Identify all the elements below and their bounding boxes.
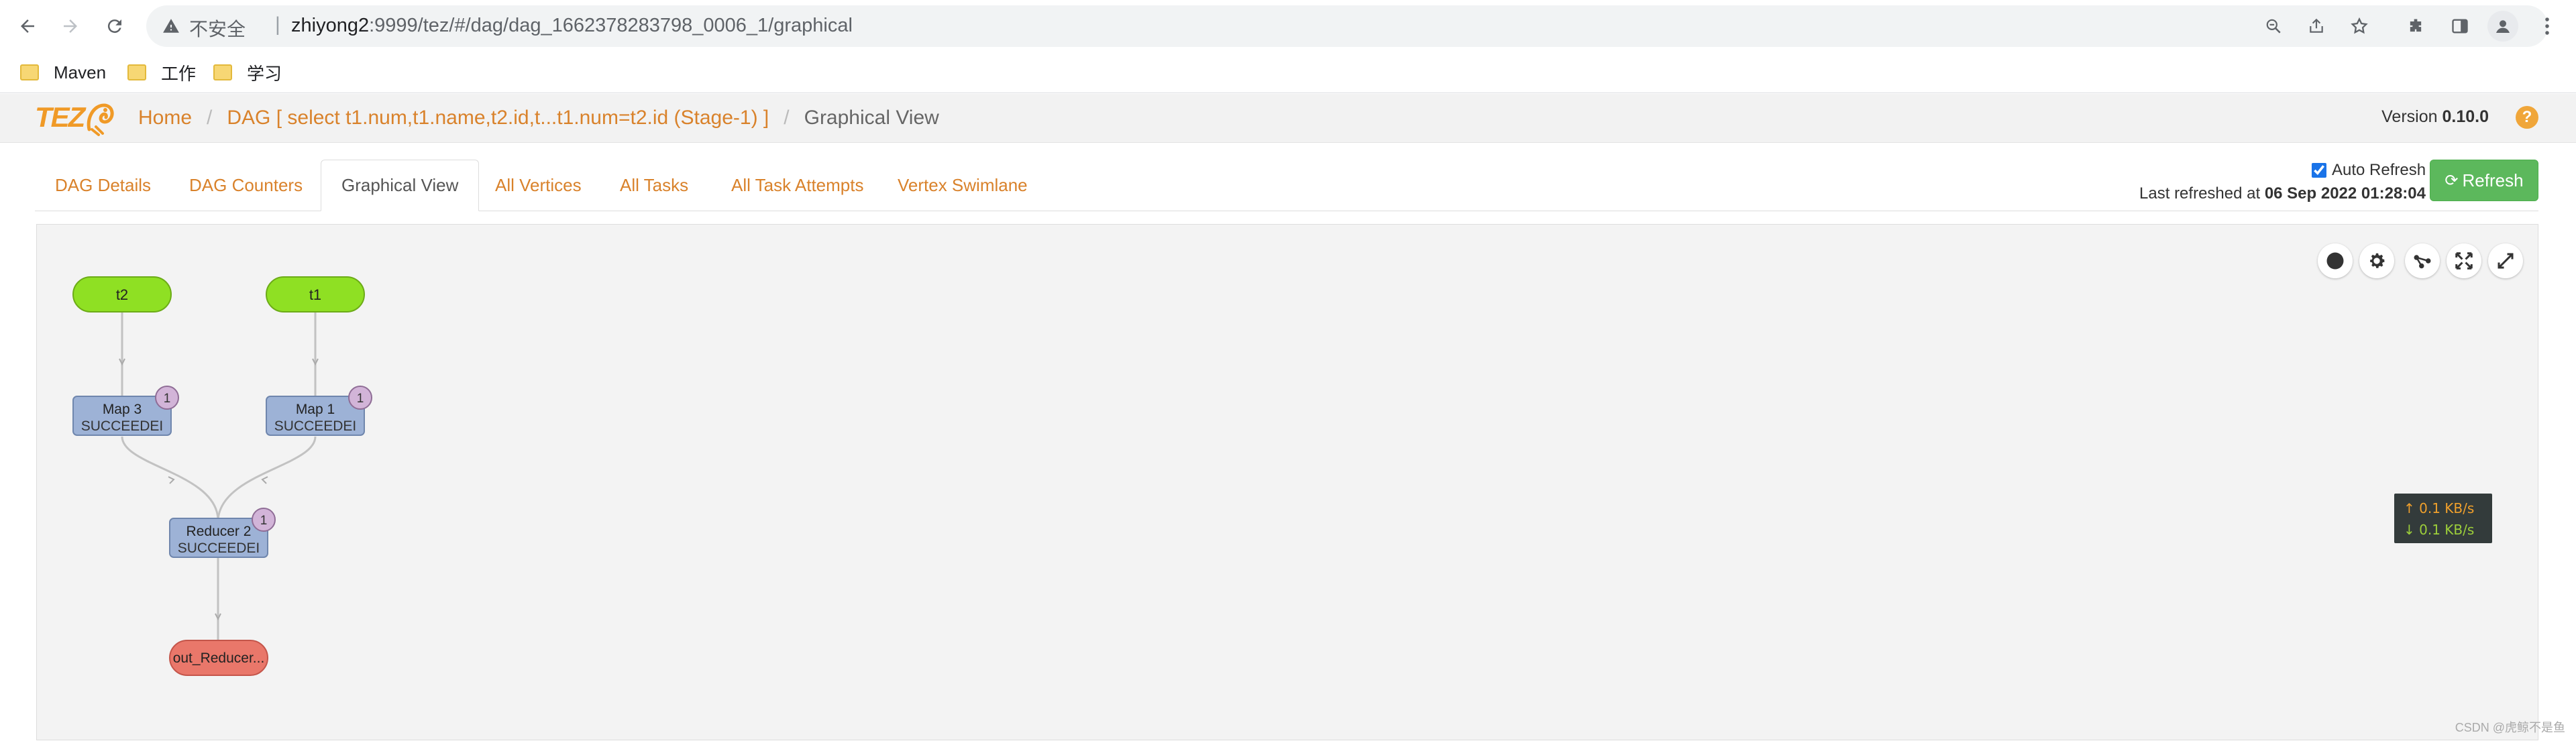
fit-screen-icon[interactable]	[2447, 243, 2481, 278]
task-count-label: 1	[164, 392, 171, 406]
auto-refresh-checkbox[interactable]	[2312, 163, 2326, 178]
source-label: t1	[309, 286, 321, 303]
folder-icon	[213, 64, 232, 80]
bookmark-study[interactable]: 学习	[213, 60, 282, 84]
tab-graphical-view[interactable]: Graphical View	[321, 160, 480, 211]
tab-dag-details[interactable]: DAG Details	[35, 160, 171, 211]
refresh-icon: ⟳	[2445, 171, 2459, 190]
version-info: Version 0.10.0	[2381, 107, 2489, 127]
tab-dag-counters[interactable]: DAG Counters	[169, 160, 323, 211]
zoom-icon[interactable]	[2261, 13, 2286, 39]
tab-all-vertices[interactable]: All Vertices	[475, 160, 602, 211]
bookmark-maven[interactable]: Maven	[20, 60, 106, 84]
edge-arrow	[261, 476, 268, 484]
url-path: :9999/tez/#/dag/dag_1662378283798_0006_1…	[369, 15, 853, 36]
record-icon[interactable]	[2318, 243, 2353, 278]
address-bar[interactable]: 不安全 | zhiyong2:9999/tez/#/dag/dag_166237…	[146, 5, 2548, 47]
auto-refresh-toggle[interactable]: Auto Refresh	[2312, 161, 2426, 180]
warning-icon[interactable]	[162, 17, 180, 38]
bookmarks-bar: Maven 工作 学习	[0, 52, 2576, 93]
edge-map1-reducer2	[217, 436, 317, 520]
breadcrumb-separator: /	[207, 107, 213, 129]
breadcrumb-home[interactable]: Home	[138, 107, 192, 129]
refresh-label: Refresh	[2462, 170, 2524, 190]
chameleon-logo-icon	[87, 103, 114, 136]
url-host: zhiyong2	[291, 15, 370, 36]
vertex-name: Map 3	[103, 402, 142, 417]
side-panel-icon[interactable]	[2445, 11, 2475, 42]
refresh-button[interactable]: ⟳ Refresh	[2430, 160, 2538, 201]
gear-icon[interactable]	[2359, 243, 2394, 278]
vertex-status: SUCCEEDEI	[178, 540, 260, 556]
tab-all-tasks[interactable]: All Tasks	[600, 160, 708, 211]
tab-vertex-swimlane[interactable]: Vertex Swimlane	[877, 160, 1048, 211]
network-speed-widget: ↑ 0.1 KB/s ↓ 0.1 KB/s	[2394, 494, 2492, 543]
source-label: t2	[116, 286, 128, 303]
folder-icon	[20, 64, 39, 80]
task-count-label: 1	[260, 514, 268, 528]
profile-avatar-icon[interactable]	[2487, 11, 2518, 42]
last-refreshed-label: Last refreshed at	[2139, 184, 2261, 203]
url-text[interactable]: zhiyong2:9999/tez/#/dag/dag_166237828379…	[291, 15, 853, 37]
source-node-t1[interactable]: t1	[266, 276, 365, 312]
sink-node-out-reducer[interactable]: out_Reducer...	[169, 640, 268, 676]
tez-logo[interactable]: TEZ	[35, 97, 116, 137]
fullscreen-icon[interactable]	[2488, 243, 2523, 278]
edge-arrow	[168, 476, 175, 484]
extensions-icon[interactable]	[2400, 11, 2431, 42]
tez-header: TEZ Home / DAG [ select t1.num,t1.name,t…	[0, 94, 2576, 143]
share-graph-icon[interactable]	[2405, 243, 2440, 278]
omnibox-separator: |	[275, 13, 280, 36]
last-refreshed: Last refreshed at 06 Sep 2022 01:28:04	[2139, 184, 2426, 203]
security-label[interactable]: 不安全	[189, 15, 246, 42]
vertex-name: Map 1	[296, 402, 335, 417]
forward-icon[interactable]	[55, 11, 86, 42]
watermark: CSDN @虎鲸不是鱼	[2455, 721, 2565, 734]
vertex-node-map3[interactable]: Map 3 SUCCEEDEI 1	[72, 386, 179, 436]
folder-icon	[127, 64, 146, 80]
task-count-label: 1	[357, 392, 364, 406]
help-icon[interactable]: ?	[2516, 106, 2538, 129]
breadcrumb-dag[interactable]: DAG [ select t1.num,t1.name,t2.id,t...t1…	[227, 107, 769, 129]
vertex-name: Reducer 2	[186, 524, 252, 539]
bookmark-label: 学习	[247, 63, 282, 84]
back-icon[interactable]	[12, 11, 43, 42]
upload-speed: ↑ 0.1 KB/s	[2404, 500, 2475, 516]
breadcrumb: Home / DAG [ select t1.num,t1.name,t2.id…	[138, 94, 939, 142]
dag-graph: t2 t1 Map 3 SUCCEEDEI 1 Map 1 SUCCEEDEI …	[72, 276, 372, 676]
bookmark-label: Maven	[54, 62, 107, 82]
graph-edges	[119, 309, 319, 640]
breadcrumb-separator: /	[784, 107, 790, 129]
source-node-t2[interactable]: t2	[72, 276, 172, 312]
bookmark-label: 工作	[161, 63, 197, 84]
reload-icon[interactable]	[99, 11, 130, 42]
vertex-status: SUCCEEDEI	[274, 418, 357, 434]
vertex-node-reducer2[interactable]: Reducer 2 SUCCEEDEI 1	[169, 508, 276, 558]
breadcrumb-current: Graphical View	[804, 107, 939, 129]
vertex-status: SUCCEEDEI	[81, 418, 164, 434]
more-menu-icon[interactable]	[2532, 11, 2563, 42]
share-icon[interactable]	[2304, 13, 2329, 39]
version-value: 0.10.0	[2442, 107, 2489, 126]
dag-graph-panel[interactable]: t2 t1 Map 3 SUCCEEDEI 1 Map 1 SUCCEEDEI …	[36, 224, 2538, 740]
bookmark-work[interactable]: 工作	[127, 60, 196, 84]
bookmark-star-icon[interactable]	[2347, 13, 2372, 39]
sink-label: out_Reducer...	[173, 650, 265, 666]
auto-refresh-label: Auto Refresh	[2332, 161, 2426, 179]
version-label: Version	[2381, 107, 2438, 126]
vertex-node-map1[interactable]: Map 1 SUCCEEDEI 1	[266, 386, 372, 436]
last-refreshed-value: 06 Sep 2022 01:28:04	[2264, 184, 2426, 203]
browser-toolbar: 不安全 | zhiyong2:9999/tez/#/dag/dag_166237…	[0, 0, 2576, 52]
logo-text: TEZ	[35, 101, 85, 133]
download-speed: ↓ 0.1 KB/s	[2404, 522, 2475, 538]
tab-all-task-attempts[interactable]: All Task Attempts	[711, 160, 884, 211]
